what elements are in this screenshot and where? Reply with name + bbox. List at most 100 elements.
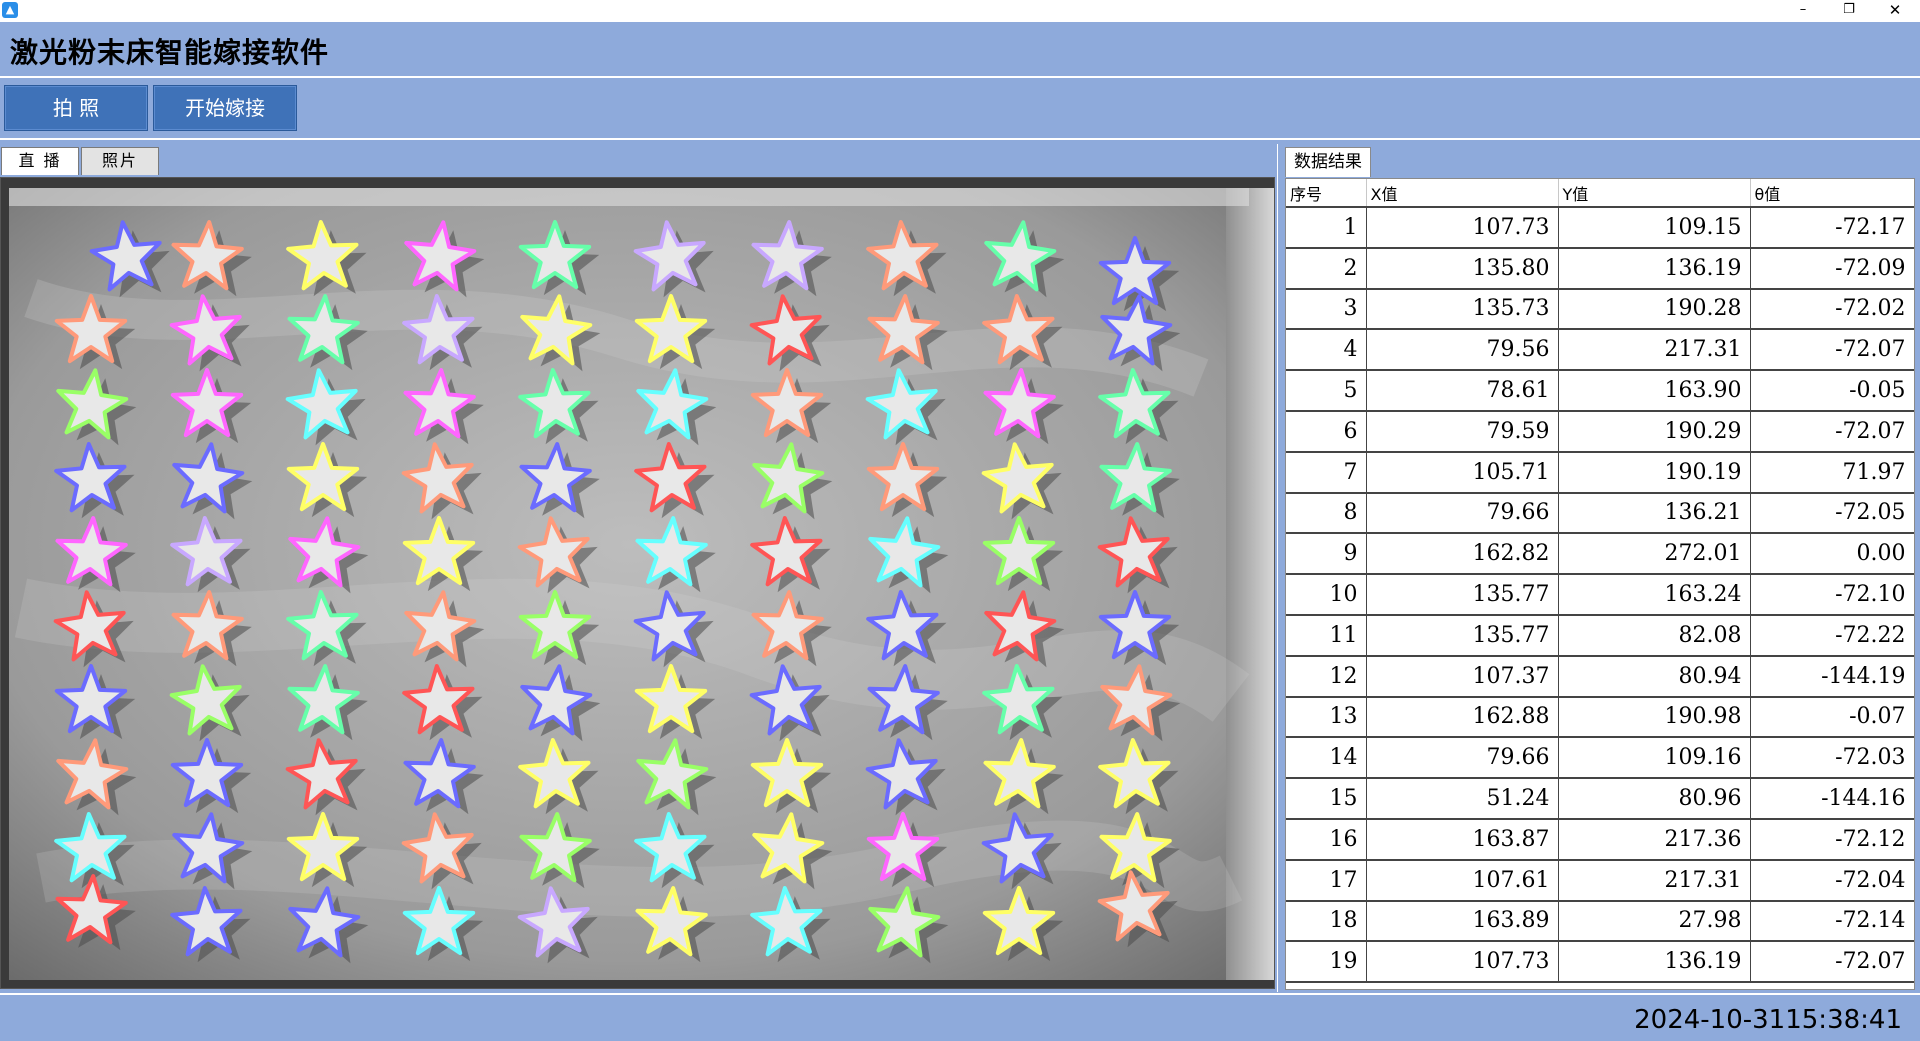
cell-y: 109.16 xyxy=(1558,737,1751,780)
cell-x: 78.61 xyxy=(1366,370,1559,412)
cell-theta: -72.05 xyxy=(1750,492,1914,535)
cell-x: 135.77 xyxy=(1366,614,1559,657)
start-grafting-button[interactable]: 开始嫁接 xyxy=(153,85,297,131)
cell-theta: -0.05 xyxy=(1750,370,1914,412)
cell-index: 19 xyxy=(1286,941,1367,984)
table-row[interactable]: 2 135.80 136.19 -72.09 xyxy=(1286,247,1914,290)
cell-theta: -72.10 xyxy=(1750,574,1914,616)
cell-index: 17 xyxy=(1286,859,1367,902)
cell-x: 51.24 xyxy=(1366,778,1559,820)
table-row[interactable]: 11 135.77 82.08 -72.22 xyxy=(1286,614,1914,657)
restore-button[interactable]: ❐ xyxy=(1826,0,1872,22)
table-row[interactable]: 14 79.66 109.16 -72.03 xyxy=(1286,737,1914,780)
camera-view xyxy=(0,177,1275,989)
cell-x: 105.71 xyxy=(1366,451,1559,494)
cell-index: 3 xyxy=(1286,288,1367,331)
cell-index: 7 xyxy=(1286,451,1367,494)
cell-x: 135.77 xyxy=(1366,574,1559,616)
cell-theta: -72.04 xyxy=(1750,859,1914,902)
cell-index: 6 xyxy=(1286,410,1367,453)
table-row[interactable]: 4 79.56 217.31 -72.07 xyxy=(1286,329,1914,372)
cell-theta: -0.07 xyxy=(1750,696,1914,739)
table-row[interactable]: 9 162.82 272.01 0.00 xyxy=(1286,533,1914,576)
cell-y: 163.24 xyxy=(1558,574,1751,616)
cell-theta: -144.16 xyxy=(1750,778,1914,820)
app-icon: ▲ xyxy=(2,2,18,18)
table-row[interactable]: 19 107.73 136.19 -72.07 xyxy=(1286,941,1914,984)
cell-x: 163.89 xyxy=(1366,900,1559,943)
table-row[interactable]: 17 107.61 217.31 -72.04 xyxy=(1286,859,1914,902)
cell-theta: -144.19 xyxy=(1750,655,1914,698)
table-row[interactable]: 18 163.89 27.98 -72.14 xyxy=(1286,900,1914,943)
cell-x: 107.61 xyxy=(1366,859,1559,902)
table-row[interactable]: 8 79.66 136.21 -72.05 xyxy=(1286,492,1914,535)
cell-index: 12 xyxy=(1286,655,1367,698)
column-header-x[interactable]: X值 xyxy=(1366,179,1559,208)
app-header: 激光粉末床智能嫁接软件 xyxy=(0,22,1920,78)
cell-index: 10 xyxy=(1286,574,1367,616)
table-row[interactable]: 16 163.87 217.36 -72.12 xyxy=(1286,818,1914,861)
tab-results[interactable]: 数据结果 xyxy=(1285,147,1371,177)
table-row[interactable]: 13 162.88 190.98 -0.07 xyxy=(1286,696,1914,739)
tab-photo[interactable]: 照片 xyxy=(81,147,159,175)
datetime-display: 2024-10-3115:38:41 xyxy=(1634,1005,1902,1035)
cell-y: 80.94 xyxy=(1558,655,1751,698)
table-row[interactable]: 5 78.61 163.90 -0.05 xyxy=(1286,370,1914,412)
cell-y: 136.19 xyxy=(1558,247,1751,290)
cell-index: 13 xyxy=(1286,696,1367,739)
take-photo-button[interactable]: 拍 照 xyxy=(4,85,148,131)
cell-index: 8 xyxy=(1286,492,1367,535)
cell-y: 136.21 xyxy=(1558,492,1751,535)
cell-x: 162.82 xyxy=(1366,533,1559,576)
cell-index: 2 xyxy=(1286,247,1367,290)
table-header-row: 序号 X值 Y值 θ值 xyxy=(1286,179,1914,208)
app-title: 激光粉末床智能嫁接软件 xyxy=(10,36,330,69)
cell-y: 27.98 xyxy=(1558,900,1751,943)
table-row[interactable]: 1 107.73 109.15 -72.17 xyxy=(1286,207,1914,249)
cell-x: 135.73 xyxy=(1366,288,1559,331)
cell-theta: -72.07 xyxy=(1750,329,1914,372)
results-table[interactable]: 序号 X值 Y值 θ值 1 107.73 109.15 -72.17 2 135.80 13… xyxy=(1285,178,1915,990)
camera-panel: 直 播 照片 xyxy=(0,144,1277,992)
cell-theta: -72.22 xyxy=(1750,614,1914,657)
cell-y: 190.28 xyxy=(1558,288,1751,331)
cell-x: 163.87 xyxy=(1366,818,1559,861)
cell-y: 136.19 xyxy=(1558,941,1751,984)
cell-y: 217.36 xyxy=(1558,818,1751,861)
panel-divider[interactable] xyxy=(1277,144,1285,992)
cell-index: 5 xyxy=(1286,370,1367,412)
column-header-index[interactable]: 序号 xyxy=(1286,179,1367,208)
cell-y: 217.31 xyxy=(1558,859,1751,902)
cell-index: 15 xyxy=(1286,778,1367,820)
status-bar: 2024-10-3115:38:41 xyxy=(0,993,1920,1041)
title-bar: ▲ – ❐ ✕ xyxy=(0,0,1920,22)
cell-theta: 0.00 xyxy=(1750,533,1914,576)
cell-x: 162.88 xyxy=(1366,696,1559,739)
cell-index: 4 xyxy=(1286,329,1367,372)
table-row[interactable]: 6 79.59 190.29 -72.07 xyxy=(1286,410,1914,453)
tab-live[interactable]: 直 播 xyxy=(1,147,79,175)
cell-x: 107.73 xyxy=(1366,207,1559,249)
cell-y: 80.96 xyxy=(1558,778,1751,820)
cell-y: 190.98 xyxy=(1558,696,1751,739)
table-row[interactable]: 12 107.37 80.94 -144.19 xyxy=(1286,655,1914,698)
cell-y: 272.01 xyxy=(1558,533,1751,576)
column-header-y[interactable]: Y值 xyxy=(1558,179,1751,208)
cell-x: 79.66 xyxy=(1366,492,1559,535)
cell-x: 79.56 xyxy=(1366,329,1559,372)
table-row[interactable]: 10 135.77 163.24 -72.10 xyxy=(1286,574,1914,616)
cell-theta: 71.97 xyxy=(1750,451,1914,494)
cell-theta: -72.09 xyxy=(1750,247,1914,290)
cell-theta: -72.07 xyxy=(1750,410,1914,453)
table-row[interactable]: 15 51.24 80.96 -144.16 xyxy=(1286,778,1914,820)
table-row[interactable]: 3 135.73 190.28 -72.02 xyxy=(1286,288,1914,331)
cell-theta: -72.12 xyxy=(1750,818,1914,861)
table-row[interactable]: 7 105.71 190.19 71.97 xyxy=(1286,451,1914,494)
cell-theta: -72.02 xyxy=(1750,288,1914,331)
cell-x: 107.37 xyxy=(1366,655,1559,698)
column-header-theta[interactable]: θ值 xyxy=(1750,179,1914,208)
cell-y: 190.19 xyxy=(1558,451,1751,494)
close-button[interactable]: ✕ xyxy=(1872,0,1918,22)
minimize-button[interactable]: – xyxy=(1780,0,1826,22)
cell-y: 163.90 xyxy=(1558,370,1751,412)
